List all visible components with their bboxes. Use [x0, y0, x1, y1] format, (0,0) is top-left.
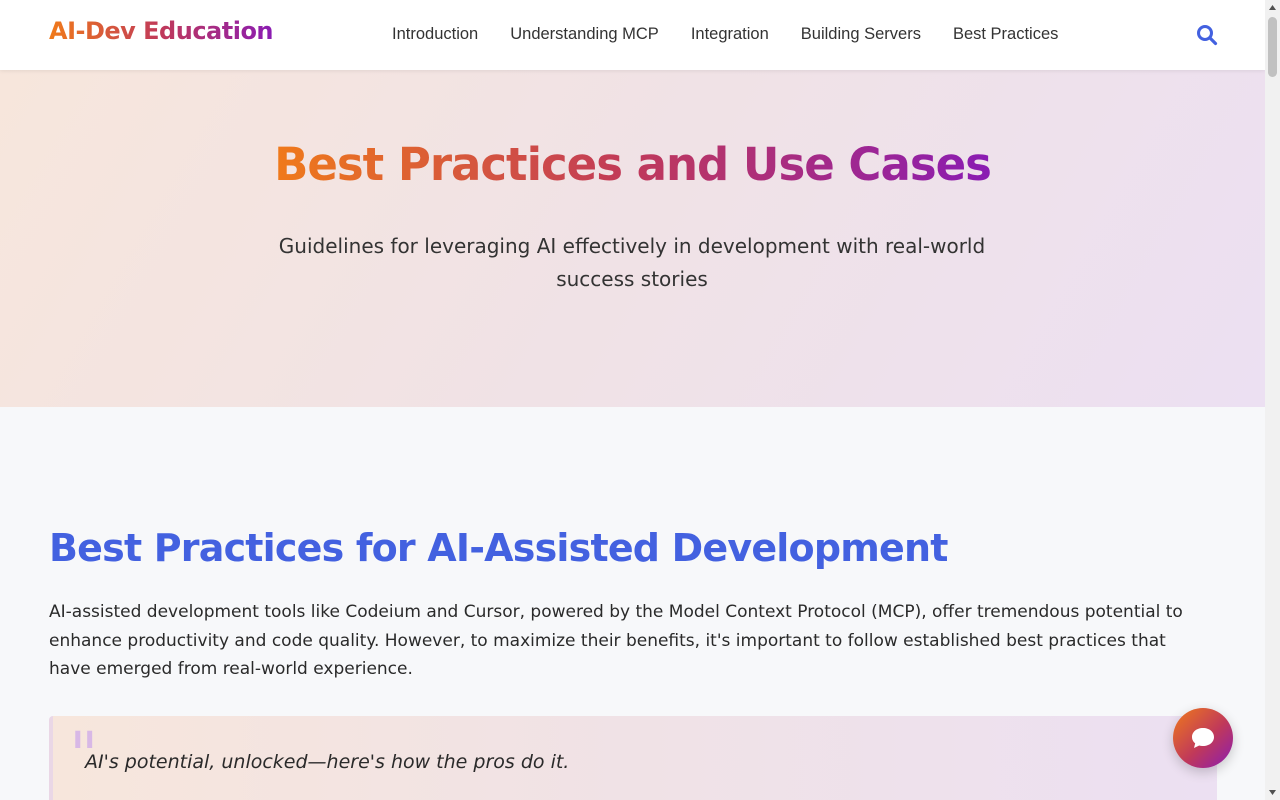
section-title: Best Practices for AI-Assisted Developme…: [49, 526, 948, 570]
quote-block: " AI's potential, unlocked—here's how th…: [49, 716, 1217, 800]
site-header: AI-Dev Education Introduction Understand…: [0, 0, 1265, 70]
page-scrollbar[interactable]: [1265, 0, 1280, 800]
main-nav: Introduction Understanding MCP Integrati…: [392, 25, 1058, 44]
section-paragraph: AI-assisted development tools like Codei…: [49, 602, 1183, 679]
quote-text: AI's potential, unlocked—here's how the …: [85, 751, 570, 773]
chat-bubble-icon: [1192, 728, 1214, 748]
nav-link-understanding-mcp[interactable]: Understanding MCP: [510, 25, 659, 44]
scrollbar-thumb[interactable]: [1268, 17, 1277, 77]
nav-link-introduction[interactable]: Introduction: [392, 25, 478, 44]
nav-link-best-practices[interactable]: Best Practices: [953, 25, 1058, 44]
page: AI-Dev Education Introduction Understand…: [0, 0, 1265, 800]
hero-subtitle: Guidelines for leveraging AI effectively…: [278, 234, 986, 291]
search-button[interactable]: [1195, 23, 1219, 47]
nav-link-building-servers[interactable]: Building Servers: [801, 25, 921, 44]
scroll-up-arrow-icon[interactable]: [1265, 0, 1280, 15]
hero-title: Best Practices and Use Cases: [274, 138, 992, 191]
chat-button[interactable]: [1173, 708, 1233, 768]
nav-link-integration[interactable]: Integration: [691, 25, 769, 44]
hero-section: Best Practices and Use Cases Guidelines …: [0, 70, 1265, 407]
search-icon: [1197, 25, 1218, 46]
scroll-down-arrow-icon[interactable]: [1265, 785, 1280, 800]
site-logo[interactable]: AI-Dev Education: [49, 17, 274, 45]
